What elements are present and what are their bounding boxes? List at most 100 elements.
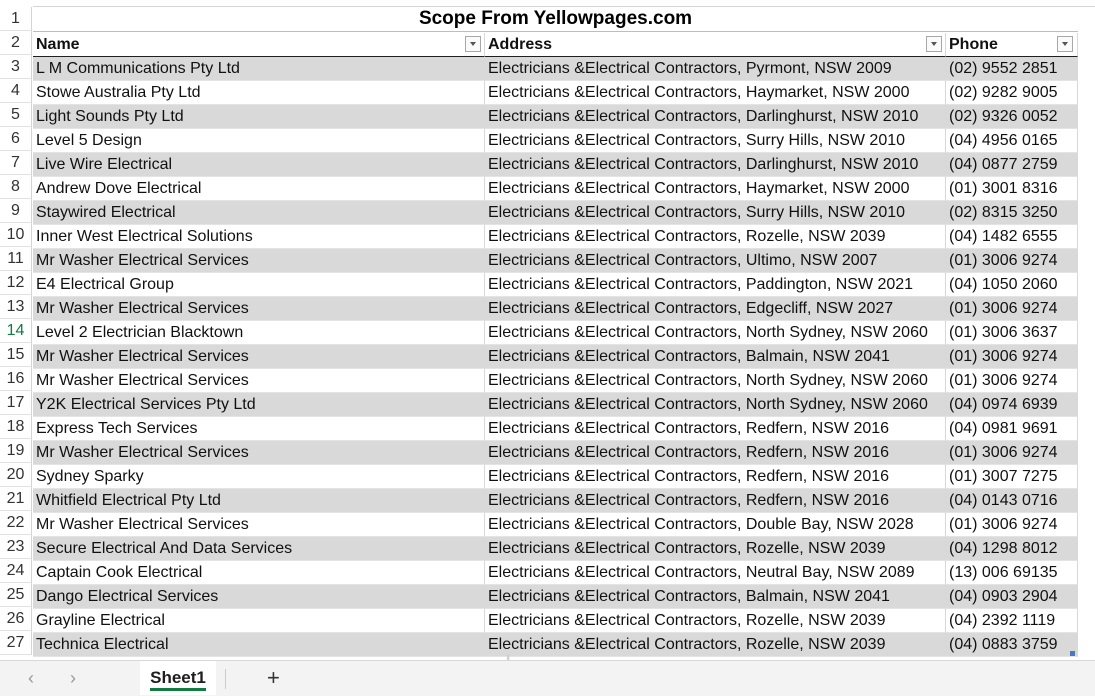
phone-cell[interactable]: (13) 006 69135: [946, 561, 1078, 585]
row-number[interactable]: 7: [0, 151, 32, 175]
name-cell[interactable]: Grayline Electrical: [33, 609, 485, 633]
address-cell[interactable]: Electricians &Electrical Contractors, Da…: [485, 105, 946, 129]
filter-dropdown-icon[interactable]: [465, 36, 481, 52]
row-number[interactable]: 14: [0, 319, 32, 343]
address-cell[interactable]: Electricians &Electrical Contractors, Py…: [485, 57, 946, 81]
name-cell[interactable]: Whitfield Electrical Pty Ltd: [33, 489, 485, 513]
name-cell[interactable]: Mr Washer Electrical Services: [33, 513, 485, 537]
phone-cell[interactable]: (01) 3006 9274: [946, 297, 1078, 321]
row-number[interactable]: 23: [0, 535, 32, 559]
address-cell[interactable]: Electricians &Electrical Contractors, Su…: [485, 201, 946, 225]
name-cell[interactable]: Staywired Electrical: [33, 201, 485, 225]
phone-cell[interactable]: (01) 3006 9274: [946, 441, 1078, 465]
row-number[interactable]: 18: [0, 415, 32, 439]
address-cell[interactable]: Electricians &Electrical Contractors, Do…: [485, 513, 946, 537]
row-number[interactable]: 17: [0, 391, 32, 415]
row-number[interactable]: 4: [0, 79, 32, 103]
row-number[interactable]: 1: [0, 7, 32, 31]
address-cell[interactable]: Electricians &Electrical Contractors, Ro…: [485, 225, 946, 249]
phone-cell[interactable]: (02) 9282 9005: [946, 81, 1078, 105]
address-cell[interactable]: Electricians &Electrical Contractors, Pa…: [485, 273, 946, 297]
row-number[interactable]: 25: [0, 583, 32, 607]
phone-cell[interactable]: (01) 3006 9274: [946, 369, 1078, 393]
name-cell[interactable]: Mr Washer Electrical Services: [33, 249, 485, 273]
row-number[interactable]: 9: [0, 199, 32, 223]
row-number[interactable]: 26: [0, 607, 32, 631]
name-cell[interactable]: Express Tech Services: [33, 417, 485, 441]
previous-sheet-icon[interactable]: ‹: [28, 667, 34, 689]
name-cell[interactable]: E4 Electrical Group: [33, 273, 485, 297]
address-cell[interactable]: Electricians &Electrical Contractors, Ha…: [485, 81, 946, 105]
address-cell[interactable]: Electricians &Electrical Contractors, No…: [485, 321, 946, 345]
phone-cell[interactable]: (04) 0877 2759: [946, 153, 1078, 177]
phone-cell[interactable]: (04) 1298 8012: [946, 537, 1078, 561]
name-cell[interactable]: Live Wire Electrical: [33, 153, 485, 177]
header-address[interactable]: Address: [485, 33, 946, 57]
address-cell[interactable]: Electricians &Electrical Contractors, Re…: [485, 441, 946, 465]
name-cell[interactable]: Andrew Dove Electrical: [33, 177, 485, 201]
phone-cell[interactable]: (04) 2392 1119: [946, 609, 1078, 633]
address-cell[interactable]: Electricians &Electrical Contractors, Ba…: [485, 345, 946, 369]
name-cell[interactable]: Light Sounds Pty Ltd: [33, 105, 485, 129]
name-cell[interactable]: Technica Electrical: [33, 633, 485, 657]
row-number[interactable]: 27: [0, 631, 32, 655]
row-number[interactable]: 20: [0, 463, 32, 487]
header-name[interactable]: Name: [33, 33, 485, 57]
phone-cell[interactable]: (04) 0981 9691: [946, 417, 1078, 441]
address-cell[interactable]: Electricians &Electrical Contractors, Ne…: [485, 561, 946, 585]
address-cell[interactable]: Electricians &Electrical Contractors, Ba…: [485, 585, 946, 609]
row-number[interactable]: 19: [0, 439, 32, 463]
phone-cell[interactable]: (04) 1482 6555: [946, 225, 1078, 249]
filter-dropdown-icon[interactable]: [1057, 36, 1073, 52]
name-cell[interactable]: Sydney Sparky: [33, 465, 485, 489]
phone-cell[interactable]: (04) 0974 6939: [946, 393, 1078, 417]
address-cell[interactable]: Electricians &Electrical Contractors, No…: [485, 369, 946, 393]
name-cell[interactable]: Level 5 Design: [33, 129, 485, 153]
address-cell[interactable]: Electricians &Electrical Contractors, Ed…: [485, 297, 946, 321]
name-cell[interactable]: Level 2 Electrician Blacktown: [33, 321, 485, 345]
sheet-title[interactable]: Scope From Yellowpages.com: [33, 7, 1078, 31]
phone-cell[interactable]: (04) 1050 2060: [946, 273, 1078, 297]
phone-cell[interactable]: (02) 8315 3250: [946, 201, 1078, 225]
row-number[interactable]: 22: [0, 511, 32, 535]
name-cell[interactable]: Secure Electrical And Data Services: [33, 537, 485, 561]
add-sheet-icon[interactable]: +: [267, 665, 280, 691]
row-number[interactable]: 6: [0, 127, 32, 151]
title-row[interactable]: Scope From Yellowpages.com: [33, 7, 1078, 32]
name-cell[interactable]: Mr Washer Electrical Services: [33, 345, 485, 369]
row-number[interactable]: 8: [0, 175, 32, 199]
row-number[interactable]: 12: [0, 271, 32, 295]
address-cell[interactable]: Electricians &Electrical Contractors, Ul…: [485, 249, 946, 273]
name-cell[interactable]: Dango Electrical Services: [33, 585, 485, 609]
phone-cell[interactable]: (01) 3006 9274: [946, 249, 1078, 273]
name-cell[interactable]: Stowe Australia Pty Ltd: [33, 81, 485, 105]
address-cell[interactable]: Electricians &Electrical Contractors, Ro…: [485, 537, 946, 561]
address-cell[interactable]: Electricians &Electrical Contractors, Re…: [485, 417, 946, 441]
phone-cell[interactable]: (01) 3001 8316: [946, 177, 1078, 201]
next-sheet-icon[interactable]: ›: [70, 667, 76, 689]
row-number[interactable]: 15: [0, 343, 32, 367]
name-cell[interactable]: L M Communications Pty Ltd: [33, 57, 485, 81]
phone-cell[interactable]: (02) 9326 0052: [946, 105, 1078, 129]
address-cell[interactable]: Electricians &Electrical Contractors, No…: [485, 393, 946, 417]
row-number[interactable]: 5: [0, 103, 32, 127]
row-number[interactable]: 13: [0, 295, 32, 319]
row-number[interactable]: 2: [0, 31, 32, 55]
phone-cell[interactable]: (04) 0903 2904: [946, 585, 1078, 609]
phone-cell[interactable]: (04) 4956 0165: [946, 129, 1078, 153]
phone-cell[interactable]: (02) 9552 2851: [946, 57, 1078, 81]
address-cell[interactable]: Electricians &Electrical Contractors, Ha…: [485, 177, 946, 201]
row-number[interactable]: 21: [0, 487, 32, 511]
filter-dropdown-icon[interactable]: [926, 36, 942, 52]
phone-cell[interactable]: (04) 0143 0716: [946, 489, 1078, 513]
tab-sheet1[interactable]: Sheet1: [140, 661, 216, 695]
name-cell[interactable]: Inner West Electrical Solutions: [33, 225, 485, 249]
name-cell[interactable]: Captain Cook Electrical: [33, 561, 485, 585]
spreadsheet-grid[interactable]: 1 2 3 4 5 6 7 8 9 10 11 12 13 14 15 16 17 18 19 20 21 22 23 24 2…: [0, 0, 1095, 660]
phone-cell[interactable]: (04) 0883 3759: [946, 633, 1078, 657]
address-cell[interactable]: Electricians &Electrical Contractors, Re…: [485, 465, 946, 489]
phone-cell[interactable]: (01) 3006 3637: [946, 321, 1078, 345]
phone-cell[interactable]: (01) 3007 7275: [946, 465, 1078, 489]
row-number[interactable]: 16: [0, 367, 32, 391]
address-cell[interactable]: Electricians &Electrical Contractors, Re…: [485, 489, 946, 513]
